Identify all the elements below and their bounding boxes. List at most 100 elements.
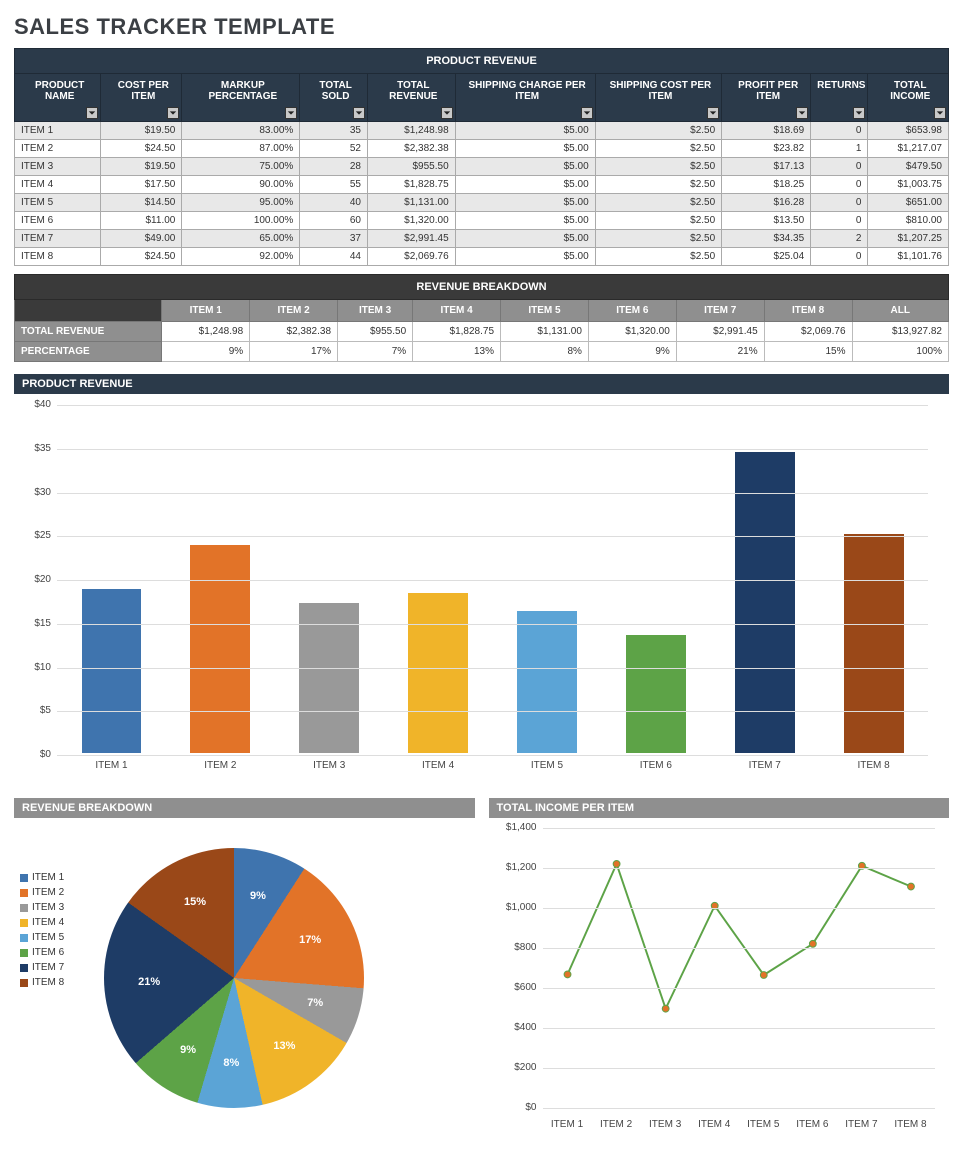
pie-chart-title: REVENUE BREAKDOWN [14, 798, 475, 818]
cell: ITEM 6 [15, 212, 101, 230]
cell: $5.00 [455, 122, 595, 140]
x-tick-label: ITEM 1 [95, 760, 127, 771]
col-header: ALL [852, 300, 948, 322]
bar [517, 611, 577, 753]
filter-dropdown-icon[interactable] [86, 107, 98, 119]
cell: 87.00% [182, 140, 300, 158]
bar [408, 593, 468, 753]
cell: ITEM 7 [15, 230, 101, 248]
legend-label: ITEM 2 [32, 887, 64, 898]
y-tick-label: $10 [15, 662, 51, 673]
cell: $25.04 [722, 248, 811, 266]
col-header-label: SHIPPING COST PER ITEM [610, 80, 712, 102]
col-header: ITEM 8 [764, 300, 852, 322]
legend-item: ITEM 7 [20, 962, 64, 973]
data-point [613, 860, 620, 867]
table-row: ITEM 2$24.5087.00%52$2,382.38$5.00$2.50$… [15, 140, 949, 158]
cell: $19.50 [101, 158, 182, 176]
gridline [543, 948, 936, 949]
col-header: ITEM 2 [250, 300, 338, 322]
row-header: TOTAL REVENUE [15, 322, 162, 342]
col-header: ITEM 4 [413, 300, 501, 322]
x-tick-label: ITEM 3 [649, 1119, 681, 1130]
cell: 52 [300, 140, 368, 158]
cell: $955.50 [338, 322, 413, 342]
x-tick-label: ITEM 7 [845, 1119, 877, 1130]
filter-dropdown-icon[interactable] [934, 107, 946, 119]
legend-label: ITEM 8 [32, 977, 64, 988]
legend-swatch [20, 904, 28, 912]
bar-chart-body: ITEM 1ITEM 2ITEM 3ITEM 4ITEM 5ITEM 6ITEM… [14, 394, 949, 784]
col-header-label: TOTAL INCOME [890, 80, 930, 102]
cell: 0 [811, 212, 868, 230]
cell: 9% [588, 342, 676, 362]
bar [299, 603, 359, 753]
filter-dropdown-icon[interactable] [285, 107, 297, 119]
cell: $1,131.00 [501, 322, 589, 342]
table-row: ITEM 3$19.5075.00%28$955.50$5.00$2.50$17… [15, 158, 949, 176]
cell: 60 [300, 212, 368, 230]
cell: $17.13 [722, 158, 811, 176]
filter-dropdown-icon[interactable] [707, 107, 719, 119]
product-revenue-table: PRODUCT REVENUE PRODUCT NAMECOST PER ITE… [14, 48, 949, 266]
cell: $2,382.38 [250, 322, 338, 342]
filter-dropdown-icon[interactable] [853, 107, 865, 119]
col-header-1: COST PER ITEM [101, 74, 182, 122]
gridline [57, 755, 928, 756]
col-header [15, 300, 162, 322]
cell: $2,382.38 [367, 140, 455, 158]
filter-dropdown-icon[interactable] [167, 107, 179, 119]
legend-label: ITEM 1 [32, 872, 64, 883]
table-row: ITEM 4$17.5090.00%55$1,828.75$5.00$2.50$… [15, 176, 949, 194]
col-header-6: SHIPPING COST PER ITEM [595, 74, 722, 122]
cell: 35 [300, 122, 368, 140]
legend-item: ITEM 5 [20, 932, 64, 943]
pie-slice-label: 15% [184, 896, 206, 908]
cell: $5.00 [455, 140, 595, 158]
cell: 9% [162, 342, 250, 362]
line-series [567, 864, 910, 1009]
col-header-label: TOTAL SOLD [319, 80, 351, 102]
x-tick-label: ITEM 4 [422, 760, 454, 771]
cell: 100% [852, 342, 948, 362]
gridline [543, 828, 936, 829]
cell: 83.00% [182, 122, 300, 140]
y-tick-label: $35 [15, 443, 51, 454]
col-header: ITEM 3 [338, 300, 413, 322]
filter-dropdown-icon[interactable] [796, 107, 808, 119]
legend-swatch [20, 889, 28, 897]
col-header-4: TOTAL REVENUE [367, 74, 455, 122]
cell: 37 [300, 230, 368, 248]
x-tick-label: ITEM 7 [749, 760, 781, 771]
gridline [57, 668, 928, 669]
legend-item: ITEM 3 [20, 902, 64, 913]
page-title: SALES TRACKER TEMPLATE [14, 14, 949, 40]
cell: 28 [300, 158, 368, 176]
col-header-label: PRODUCT NAME [35, 80, 84, 102]
legend-label: ITEM 6 [32, 947, 64, 958]
bar-chart-title: PRODUCT REVENUE [14, 374, 949, 394]
x-tick-label: ITEM 4 [698, 1119, 730, 1130]
cell: $13.50 [722, 212, 811, 230]
legend-item: ITEM 8 [20, 977, 64, 988]
col-header-label: SHIPPING CHARGE PER ITEM [469, 80, 586, 102]
col-header-label: TOTAL REVENUE [389, 80, 437, 102]
cell: ITEM 8 [15, 248, 101, 266]
gridline [57, 536, 928, 537]
line-chart-panel: TOTAL INCOME PER ITEM ITEM 1ITEM 2ITEM 3… [489, 798, 950, 1138]
bar-wrap: ITEM 7 [710, 452, 819, 753]
cell: 2 [811, 230, 868, 248]
col-header: ITEM 1 [162, 300, 250, 322]
cell: 13% [413, 342, 501, 362]
cell: $16.28 [722, 194, 811, 212]
filter-dropdown-icon[interactable] [581, 107, 593, 119]
pie-slice-label: 9% [250, 890, 266, 902]
filter-dropdown-icon[interactable] [353, 107, 365, 119]
x-tick-label: ITEM 6 [796, 1119, 828, 1130]
data-point [662, 1005, 669, 1012]
bar-wrap: ITEM 2 [166, 545, 275, 753]
cell: $18.25 [722, 176, 811, 194]
cell: $2.50 [595, 122, 722, 140]
filter-dropdown-icon[interactable] [441, 107, 453, 119]
cell: 0 [811, 194, 868, 212]
